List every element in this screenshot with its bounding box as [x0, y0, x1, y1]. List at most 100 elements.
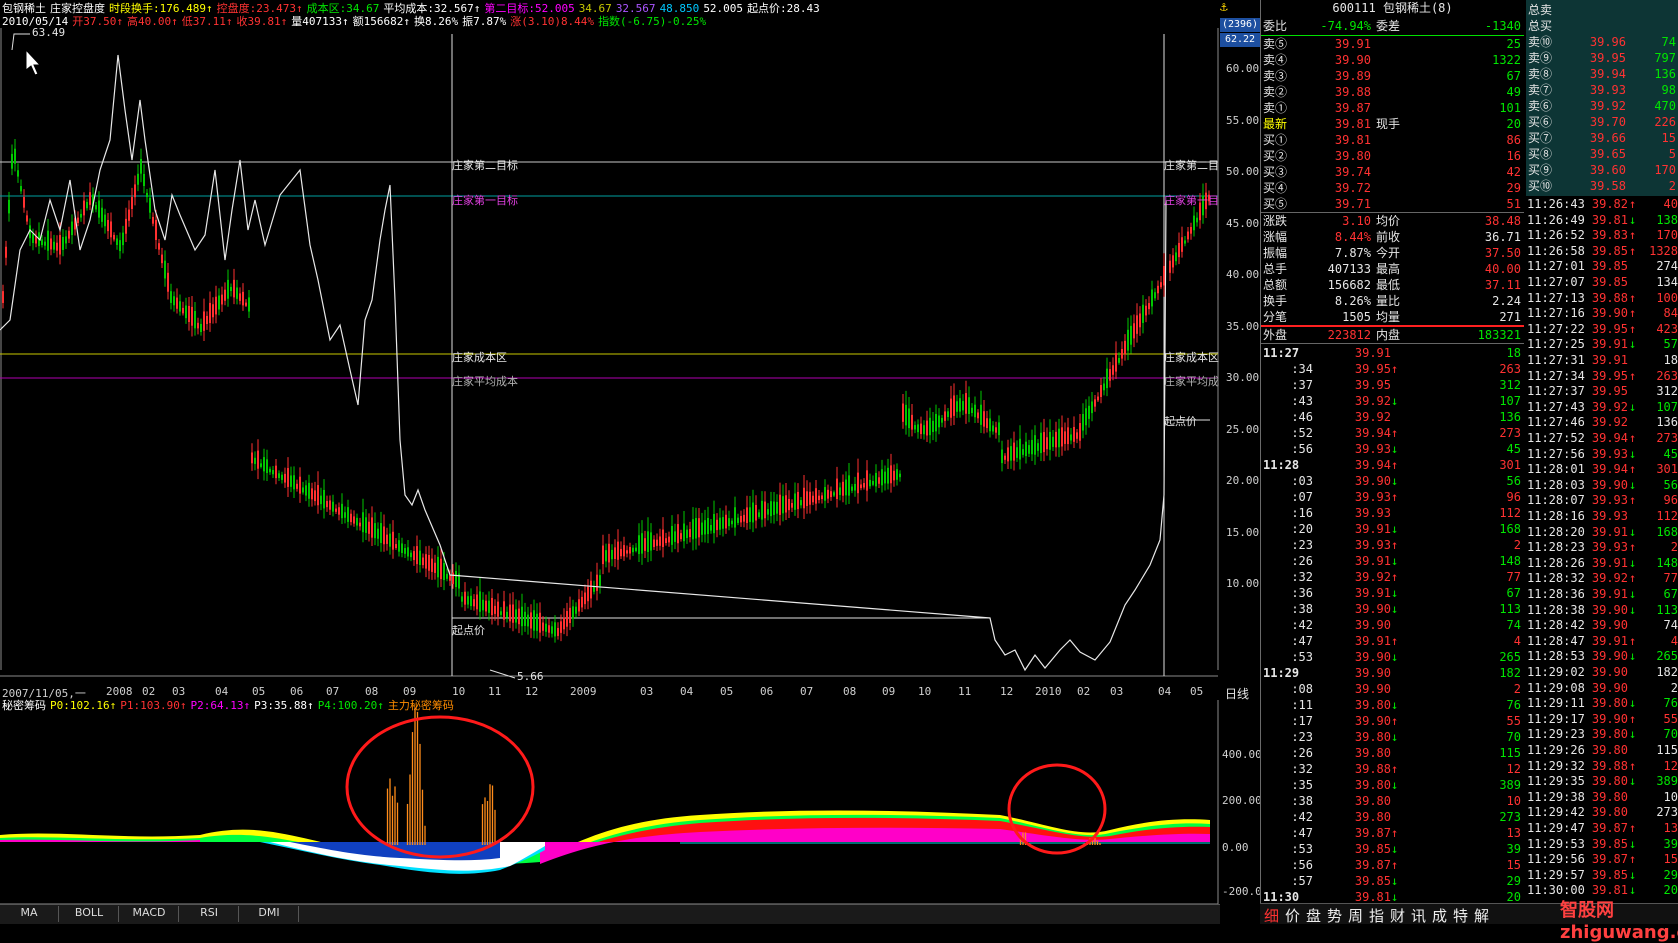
sell-level-price: 39.91	[1334, 37, 1371, 51]
l2-buy-label: 买⑧	[1528, 147, 1553, 161]
l2-buy-vol: 226	[1654, 115, 1676, 129]
l2-buy-label: 买⑥	[1528, 115, 1553, 129]
label-second-target: 庄家第二目标	[452, 159, 518, 172]
tick-volume: 107	[1499, 394, 1521, 408]
stat-label: 最低	[1376, 278, 1401, 292]
tick-volume: 273	[1499, 426, 1521, 440]
l2-tick-price: 39.92	[1591, 415, 1628, 430]
l2-tick-volume: 39	[1663, 836, 1678, 851]
stat-value: 1505	[1342, 310, 1371, 324]
tick-price: 39.94	[1354, 458, 1391, 472]
tick-price: 39.91	[1354, 554, 1391, 568]
l2-tick-price: 39.95	[1591, 368, 1628, 383]
l2-tick-volume: 1328	[1649, 243, 1678, 258]
price-chart[interactable]	[0, 0, 1220, 690]
tick-arrow	[1391, 809, 1403, 825]
tick-time: :53	[1291, 650, 1313, 664]
l2-tick-volume: 57	[1663, 337, 1678, 352]
y-tick-label: 50.00	[1226, 165, 1260, 178]
tick-time: :36	[1291, 586, 1313, 600]
stat-value: 7.87%	[1334, 246, 1371, 260]
l2-sell-label: 卖⑧	[1528, 67, 1553, 81]
l2-tick-time: 11:29:26	[1527, 743, 1585, 757]
secret-chips-chart[interactable]	[0, 690, 1220, 910]
tick-volume: 2	[1513, 682, 1521, 696]
buy-level-price: 39.72	[1334, 181, 1371, 195]
tick-volume: 12	[1506, 762, 1521, 776]
l2-tick-price: 39.87	[1591, 852, 1628, 867]
l2-tick-time: 11:27:07	[1527, 275, 1585, 289]
l2-tick-volume: 148	[1656, 555, 1678, 570]
tick-time: :03	[1291, 474, 1313, 488]
y-tick-label: 25.00	[1226, 422, 1260, 436]
neipan-value: 183321	[1477, 328, 1521, 342]
l2-tick-time: 11:27:46	[1527, 415, 1585, 430]
tick-arrow	[1391, 665, 1403, 681]
buy-level-label: 买②	[1263, 149, 1288, 163]
tick-arrow	[1391, 681, 1403, 697]
stat-label: 总额	[1263, 278, 1288, 292]
label-avg-cost: 庄家平均成本	[452, 375, 518, 388]
tick-time: :26	[1291, 746, 1313, 760]
anchor-icon[interactable]: ⚓	[1220, 0, 1260, 16]
tick-volume: 265	[1499, 650, 1521, 664]
count-badge: (2396)	[1220, 18, 1260, 32]
tab-rsi[interactable]: RSI	[180, 906, 239, 922]
tab-boll[interactable]: BOLL	[60, 906, 119, 922]
tab-dmi[interactable]: DMI	[240, 906, 299, 922]
tick-arrow: ↑	[1391, 826, 1399, 840]
l2-tick-volume: 312	[1656, 384, 1678, 399]
l2-tick-volume: 423	[1656, 321, 1678, 336]
tick-time: :43	[1291, 394, 1313, 408]
label-avg-cost-right: 庄家平均成	[1164, 375, 1219, 388]
l2-tick-volume: 76	[1663, 696, 1678, 711]
l2-tick-time: 11:28:16	[1527, 509, 1585, 523]
tick-arrow	[1391, 409, 1403, 425]
stat-value: 8.26%	[1334, 294, 1371, 308]
tick-volume: 301	[1499, 458, 1521, 472]
tick-price: 39.91	[1354, 346, 1391, 360]
l2-tick-time: 11:28:03	[1527, 477, 1585, 492]
sub-y-tick-label: 400.00	[1222, 748, 1262, 761]
tick-arrow: ↑	[1391, 426, 1399, 440]
l2-tick-time: 11:28:01	[1527, 462, 1585, 477]
buy-level-label: 买⑤	[1263, 197, 1288, 211]
l2-tick-price: 39.93	[1591, 446, 1628, 461]
l2-tick-time: 11:27:25	[1527, 337, 1585, 352]
neipan-label: 内盘	[1376, 328, 1401, 342]
l2-tick-volume: 40	[1663, 197, 1678, 211]
l2-tick-price: 39.90	[1591, 649, 1628, 664]
l2-tick-time: 11:28:36	[1527, 587, 1585, 601]
low-price-label: 5.66	[517, 670, 544, 683]
l2-tick-volume: 389	[1656, 774, 1678, 789]
tick-volume: 18	[1506, 346, 1521, 360]
tab-ma[interactable]: MA	[0, 906, 59, 922]
label-second-target-right: 庄家第二目	[1164, 159, 1219, 172]
l2-tick-time: 11:29:38	[1527, 789, 1585, 804]
stat-value: 38.48	[1484, 214, 1521, 228]
tick-time: :23	[1291, 730, 1313, 744]
l2-tick-volume: 100	[1656, 290, 1678, 305]
tab-macd[interactable]: MACD	[120, 906, 179, 922]
l2-tick-price: 39.85	[1591, 867, 1628, 882]
tick-time: :46	[1291, 410, 1313, 424]
tick-arrow	[1391, 377, 1403, 393]
buy-level-vol: 86	[1506, 133, 1521, 147]
l2-tick-price: 39.85	[1591, 836, 1628, 851]
tick-time: 11:28	[1263, 458, 1300, 472]
stat-label: 量比	[1376, 294, 1401, 308]
label-cost-zone-right: 庄家成本区	[1164, 351, 1219, 364]
l2-sell-vol: 470	[1654, 99, 1676, 113]
tick-price: 39.95	[1354, 378, 1391, 392]
stat-label: 涨幅	[1263, 230, 1288, 244]
tick-volume: 148	[1499, 554, 1521, 568]
tick-arrow: ↑	[1391, 570, 1399, 584]
l2-sell-price: 39.95	[1589, 51, 1626, 65]
tick-volume: 4	[1513, 634, 1521, 648]
tick-volume: 77	[1506, 570, 1521, 584]
l2-tick-volume: 12	[1663, 758, 1678, 773]
sub-y-tick-label: 200.00	[1222, 794, 1262, 807]
period-label[interactable]: 日线	[1225, 685, 1249, 702]
l2-tick-volume: 13	[1663, 821, 1678, 835]
l2-tick-price: 39.80	[1591, 743, 1628, 757]
